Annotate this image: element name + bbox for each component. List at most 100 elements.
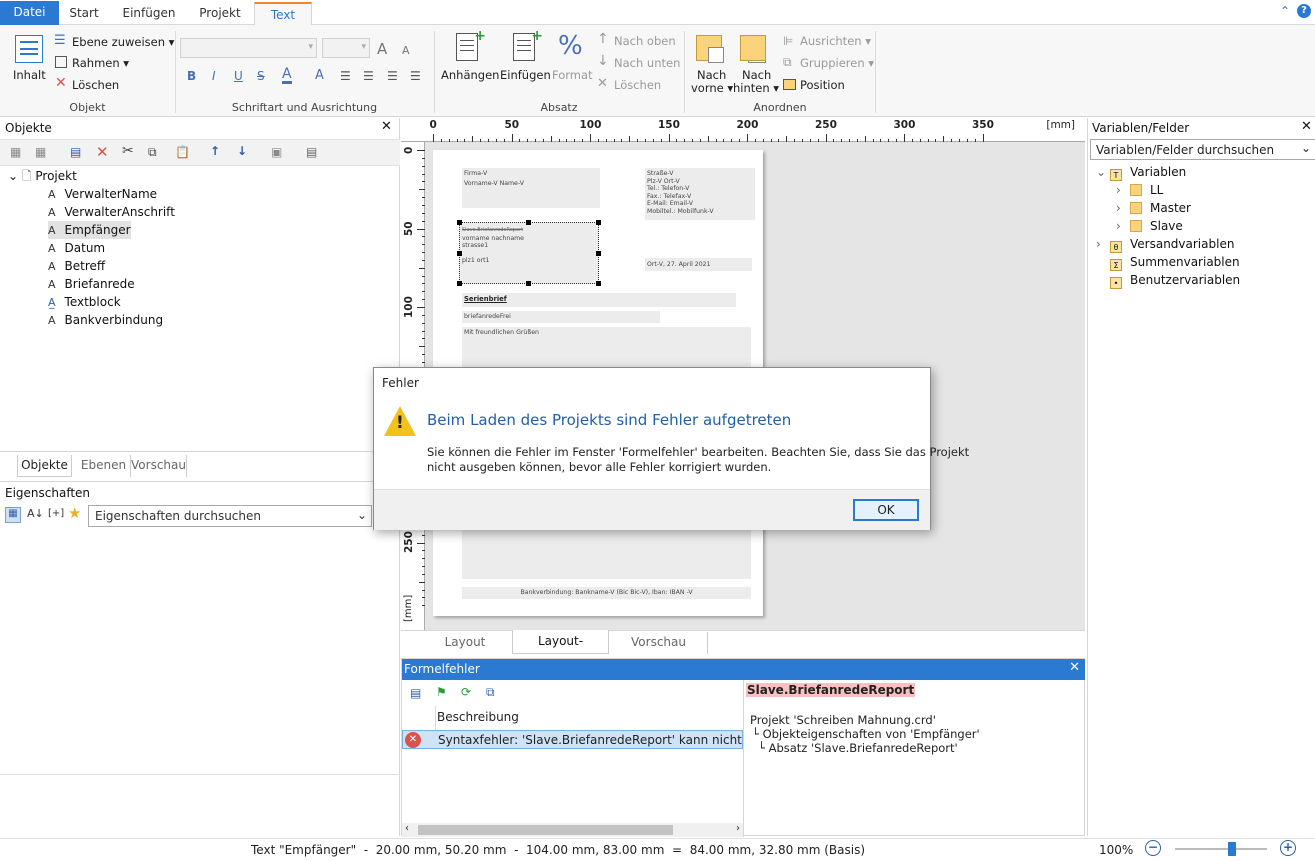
refresh-icon[interactable]: ⟳ <box>461 685 471 699</box>
font-family-select[interactable]: ▾ <box>180 38 317 58</box>
font-color-button[interactable]: A <box>282 67 292 84</box>
send-back-icon[interactable] <box>740 35 766 61</box>
resize-handle[interactable] <box>457 251 462 256</box>
variable-tree-item[interactable]: Σ Summenvariablen <box>1096 253 1240 271</box>
shrink-font-icon[interactable]: A <box>402 44 410 57</box>
tree-item[interactable]: A Datum <box>48 239 105 257</box>
nach-hinten-line1[interactable]: Nach <box>742 68 771 82</box>
tab-layout-vorschau[interactable]: Layout-Vorschau <box>512 630 609 671</box>
empfaenger-box[interactable]: Slave.BriefanredeReport vorname nachname… <box>457 220 601 286</box>
tab-start[interactable]: Start <box>59 2 109 26</box>
resize-handle[interactable] <box>526 220 531 225</box>
bold-button[interactable]: B <box>187 69 196 83</box>
paste-icon[interactable]: 📋 <box>175 145 190 159</box>
expand-icon[interactable]: ⌄ <box>8 169 18 183</box>
variable-tree-item[interactable]: ⌄ T Variablen <box>1096 163 1186 181</box>
tree-item[interactable]: A Bankverbindung <box>48 311 163 329</box>
insert-paragraph-icon[interactable]: + <box>513 28 543 61</box>
grow-font-icon[interactable]: A <box>377 40 387 58</box>
zoom-slider-thumb[interactable] <box>1228 842 1237 856</box>
format-button[interactable]: Format <box>552 68 593 82</box>
zoom-out-icon[interactable]: − <box>1145 840 1161 856</box>
resize-handle[interactable] <box>457 220 462 225</box>
position-button[interactable]: Position <box>800 78 845 92</box>
tab-layout[interactable]: Layout <box>415 632 515 654</box>
inhalt-button[interactable]: Inhalt <box>13 68 46 82</box>
nach-oben-button[interactable]: Nach oben <box>614 34 676 48</box>
copy-icon[interactable]: ⧉ <box>148 145 157 160</box>
expand-icon[interactable]: › <box>1116 199 1130 217</box>
align-right-icon[interactable]: ☰ <box>387 69 398 83</box>
rahmen-button[interactable]: Rahmen ▾ <box>72 56 129 70</box>
nach-vorne-button[interactable]: vorne ▾ <box>691 81 733 95</box>
copy-icon[interactable]: ⧉ <box>486 685 495 700</box>
percent-format-icon[interactable]: % <box>558 31 583 61</box>
resize-handle[interactable] <box>526 281 531 286</box>
tab-einfuegen[interactable]: Einfügen <box>111 2 187 26</box>
tab-projekt[interactable]: Projekt <box>189 2 251 26</box>
italic-button[interactable]: I <box>212 69 216 83</box>
tab-vorschau-left[interactable]: Vorschau <box>130 455 187 477</box>
close-formelfehler-icon[interactable]: ✕ <box>1069 660 1080 675</box>
move-down-icon[interactable]: ↓ <box>237 144 247 158</box>
variable-tree-item[interactable]: › θ Versandvariablen <box>1096 235 1234 253</box>
table-icon[interactable]: ▦ <box>10 145 21 159</box>
chevron-down-icon[interactable]: ⌄ <box>357 508 367 522</box>
tree-item[interactable]: A̲ Textblock <box>48 293 121 311</box>
eigenschaften-search[interactable]: Eigenschaften durchsuchen ⌄ <box>88 505 372 527</box>
expand-icon[interactable]: ⌄ <box>1096 163 1110 181</box>
datum-box[interactable]: Ort-V, 27. April 2021 <box>645 258 752 271</box>
absatz-loeschen-button[interactable]: Löschen <box>614 78 661 92</box>
append-paragraph-icon[interactable]: + <box>456 28 486 61</box>
categorized-icon[interactable]: ▦ <box>5 507 21 523</box>
nach-vorne-line1[interactable]: Nach <box>697 68 726 82</box>
chevron-down-icon[interactable]: ⌄ <box>1301 141 1311 155</box>
favorite-star-icon[interactable]: ★ <box>68 504 81 522</box>
zoom-slider[interactable] <box>1175 842 1267 856</box>
tree-item[interactable]: A VerwalterName <box>48 185 157 203</box>
einfuegen-button[interactable]: Einfügen <box>500 68 551 82</box>
close-objekte-icon[interactable]: ✕ <box>381 119 392 134</box>
expand-icon[interactable]: › <box>1096 235 1110 253</box>
resize-handle[interactable] <box>596 220 601 225</box>
briefanrede-box[interactable]: briefanredeFrei <box>462 311 660 323</box>
table-add-icon[interactable]: ▦ <box>35 145 46 159</box>
close-variablen-icon[interactable]: ✕ <box>1301 119 1312 134</box>
betreff-box[interactable]: Serienbrief <box>462 293 736 307</box>
flag-icon[interactable]: ⚑ <box>436 685 447 699</box>
properties-icon[interactable]: ▤ <box>70 145 81 159</box>
variablen-search[interactable]: Variablen/Felder durchsuchen ⌄ <box>1090 139 1315 160</box>
help-icon[interactable]: ? <box>1297 4 1311 18</box>
h-scrollbar[interactable]: ‹ › <box>402 823 743 837</box>
cut-icon[interactable]: ✂ <box>122 143 134 159</box>
tab-text[interactable]: Text <box>254 2 312 26</box>
variable-tree-item[interactable]: • Benutzervariablen <box>1096 271 1240 289</box>
scroll-left-icon[interactable]: ‹ <box>405 823 409 834</box>
variable-tree-item[interactable]: › LL <box>1116 181 1163 199</box>
collapse-ribbon-icon[interactable]: ⌃ <box>1280 4 1290 18</box>
gruppieren-button[interactable]: Gruppieren ▾ <box>800 56 874 70</box>
move-up-icon[interactable]: ↑ <box>210 144 220 158</box>
variable-tree-item[interactable]: › Slave <box>1116 217 1183 235</box>
resize-handle[interactable] <box>596 281 601 286</box>
inhalt-icon[interactable] <box>15 35 43 63</box>
ok-button[interactable]: OK <box>853 499 919 521</box>
nach-hinten-button[interactable]: hinten ▾ <box>733 81 779 95</box>
sort-az-icon[interactable]: A↓ <box>27 507 44 520</box>
tree-item[interactable]: A Empfänger <box>48 221 131 239</box>
scroll-right-icon[interactable]: › <box>736 823 740 834</box>
expand-icon[interactable]: › <box>1116 181 1130 199</box>
expand-icon[interactable]: › <box>1116 217 1130 235</box>
ausrichten-button[interactable]: Ausrichten ▾ <box>800 34 871 48</box>
delete-object-icon[interactable]: ✕ <box>96 143 109 161</box>
tree-item[interactable]: A Briefanrede <box>48 275 135 293</box>
tree-item[interactable]: A VerwalterAnschrift <box>48 203 175 221</box>
zoom-in-icon[interactable]: + <box>1280 840 1296 856</box>
layer-assign-icon[interactable]: ▣ <box>271 145 282 159</box>
properties-icon[interactable]: ▤ <box>410 686 421 700</box>
nach-unten-button[interactable]: Nach unten <box>614 56 680 70</box>
anhaengen-button[interactable]: Anhängen <box>441 68 499 82</box>
tree-item[interactable]: A Betreff <box>48 257 105 275</box>
list-view-icon[interactable]: ▤ <box>306 145 317 159</box>
tab-datei[interactable]: Datei <box>0 1 59 25</box>
